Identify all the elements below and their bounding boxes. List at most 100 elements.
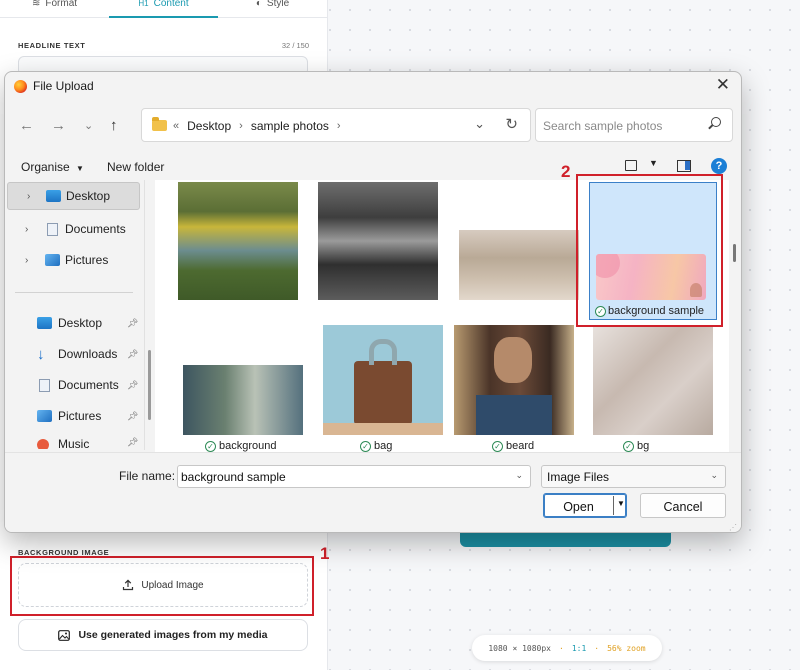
sidebar-item-label: Pictures [65,253,109,267]
pin-icon[interactable]: 📌︎ [127,318,138,329]
quick-access-downloads[interactable]: ↓ Downloads 📌︎ [5,340,141,368]
separator-dot: · [558,643,564,653]
pin-icon[interactable]: 📌︎ [127,380,138,391]
chevron-down-icon: ⌄ [710,470,718,480]
address-dropdown-chevron-icon[interactable]: ⌄ [474,116,485,132]
refresh-icon[interactable]: ↻ [505,115,518,133]
caret-down-icon[interactable]: ▼ [649,158,658,168]
headline-char-count: 32 / 150 [281,41,309,50]
breadcrumb-desktop[interactable]: Desktop [187,119,231,133]
folder-icon [152,117,167,131]
open-button-label: Open [563,500,594,514]
cancel-button-label: Cancel [663,500,703,514]
nav-scrollbar[interactable] [148,350,151,420]
file-thumbnail [178,182,298,300]
chevron-right-icon[interactable]: › [27,191,30,202]
address-bar[interactable]: « Desktop › sample photos › ⌄ ↻ [141,108,531,142]
breadcrumb-separator[interactable]: › [337,120,341,132]
quick-access-documents[interactable]: Documents 📌︎ [5,371,141,399]
new-folder-button[interactable]: New folder [107,160,164,174]
file-name-field-label: File name: [119,469,176,483]
chevron-down-icon[interactable]: ⌄ [515,470,523,481]
sync-check-icon: ✓ [623,441,634,452]
file-list-scrollbar[interactable] [733,244,736,262]
file-item[interactable]: ✓ bag [323,325,443,452]
pictures-icon [45,254,60,266]
view-mode-icon[interactable] [625,160,637,171]
caret-down-icon: ▼ [76,164,84,173]
resize-grip-icon[interactable]: ⋰ [729,523,737,532]
breadcrumb-overflow[interactable]: « [173,120,179,132]
organise-menu[interactable]: Organise ▼ [21,160,84,174]
file-thumbnail [593,325,713,435]
cancel-button[interactable]: Cancel [640,493,726,518]
close-icon[interactable]: ✕ [716,75,730,95]
sync-check-icon: ✓ [205,441,216,452]
split-divider [613,496,614,515]
canvas-size: 1080 × 1080px [488,643,551,653]
tab-style-label: Style [266,0,290,9]
file-name-label: beard [506,440,535,452]
documents-icon [39,378,50,392]
file-thumbnail [459,230,579,300]
file-item[interactable]: ✓ background [183,325,303,452]
sidebar-item-desktop[interactable]: › Desktop [7,182,140,210]
annotation-step-2: 2 [561,162,571,181]
recent-locations-chevron-icon[interactable]: ⌄ [84,119,93,132]
file-type-select[interactable]: Image Files ⌄ [541,465,726,488]
up-arrow-icon[interactable]: ↑ [110,117,118,134]
chevron-right-icon[interactable]: › [25,255,28,266]
search-icon[interactable] [711,117,721,127]
quick-access-pictures[interactable]: Pictures 📌︎ [5,402,141,430]
pin-icon[interactable]: 📌︎ [127,349,138,360]
caret-down-icon[interactable]: ▼ [617,499,625,508]
use-generated-images-button[interactable]: Use generated images from my media [18,619,308,651]
tab-format-label: Format [45,0,78,9]
file-name-label: bg [637,440,650,452]
forward-arrow-icon[interactable]: → [51,117,66,134]
breadcrumb: « Desktop › sample photos › [173,119,341,133]
quick-access-label: Pictures [58,409,102,423]
sync-check-icon: ✓ [360,441,371,452]
help-icon[interactable]: ? [711,158,727,174]
file-name-input[interactable]: background sample ⌄ [177,465,531,488]
file-item[interactable] [459,182,579,320]
dialog-titlebar: File Upload ✕ [5,72,741,100]
tab-style[interactable]: ◐ Style [218,0,327,12]
navigation-pane: › Desktop › Documents › Pictures Desktop… [5,180,151,450]
file-item[interactable] [318,182,438,320]
file-thumbnail [183,365,303,435]
music-icon [37,439,49,449]
aspect-ratio[interactable]: 1:1 [572,644,586,653]
file-thumbnail [318,182,438,300]
search-input[interactable]: Search sample photos [535,108,733,142]
file-name-label: background [219,440,277,452]
navigation-row: ← → ⌄ ↑ « Desktop › sample photos › ⌄ ↻ … [5,108,741,144]
file-item[interactable] [178,182,298,320]
file-item[interactable]: ✓ bg [593,325,713,452]
breadcrumb-sample-photos[interactable]: sample photos [251,119,329,133]
documents-icon [47,222,58,236]
sidebar-item-pictures[interactable]: › Pictures [5,246,141,274]
open-button[interactable]: Open ▼ [543,493,627,518]
separator-dot: · [594,643,600,653]
quick-access-music[interactable]: Music 📌︎ [5,433,141,449]
quick-access-label: Documents [58,378,119,392]
pictures-icon [37,410,52,422]
quick-access-label: Desktop [58,316,103,330]
sidebar-item-label: Desktop [66,189,111,203]
chevron-right-icon[interactable]: › [25,224,28,235]
preview-pane-icon[interactable] [677,160,691,172]
zoom-level[interactable]: 56% zoom [607,644,646,653]
pin-icon[interactable]: 📌︎ [127,411,138,422]
file-item[interactable]: ✓ beard [454,325,574,452]
tab-format[interactable]: ≋ Format [0,0,109,12]
quick-access-desktop[interactable]: Desktop 📌︎ [5,309,141,337]
back-arrow-icon[interactable]: ← [19,117,34,134]
desktop-icon [37,317,52,329]
tab-content[interactable]: H1 Content [109,0,218,18]
file-name-value: background sample [181,470,286,484]
annotation-box-upload [10,556,314,616]
pin-icon[interactable]: 📌︎ [127,437,138,448]
sidebar-item-documents[interactable]: › Documents [5,215,141,243]
